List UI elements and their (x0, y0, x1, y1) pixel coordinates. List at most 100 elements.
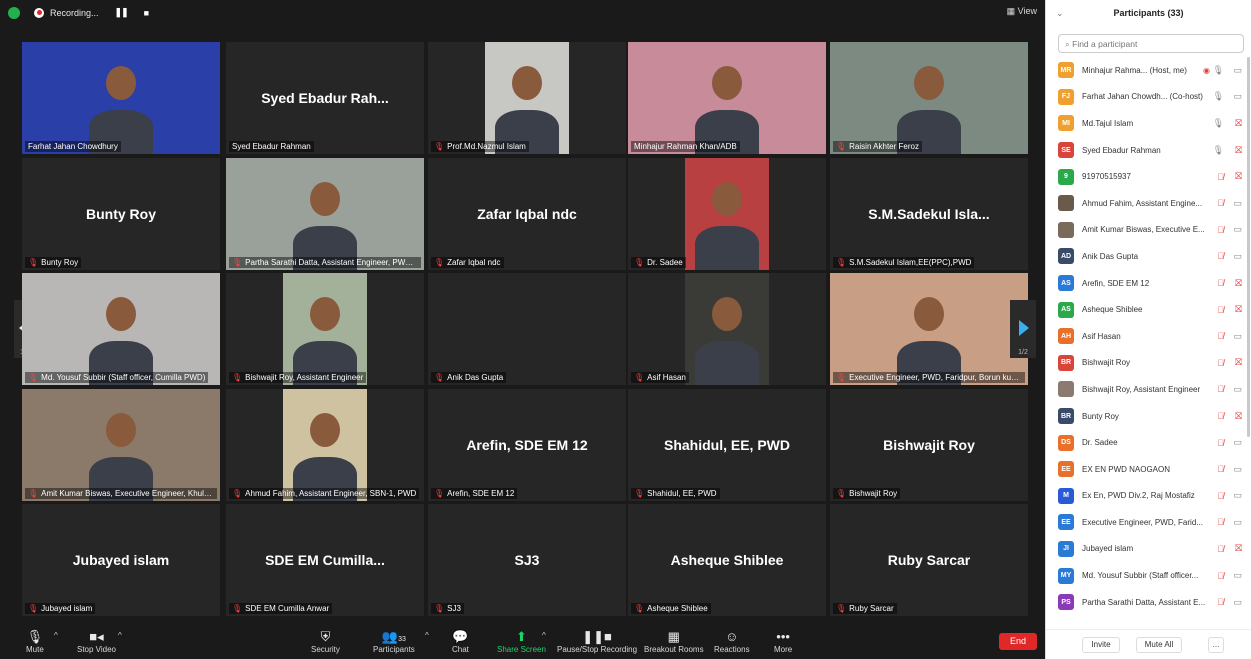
video-tile[interactable]: Ruby Sarcar 🎙 Ruby Sarcar (830, 504, 1028, 616)
video-off-icon[interactable]: ⛝ (1235, 171, 1242, 182)
participant-row[interactable]: M Ex En, PWD Div.2, Raj Mostafiz 🎙̸ ▭ (1058, 483, 1248, 510)
video-off-icon[interactable]: ⛝ (1235, 543, 1242, 554)
mic-muted-icon[interactable]: 🎙̸ (1217, 571, 1224, 581)
participant-row[interactable]: MR Minhajur Rahma... (Host, me) ◉ 🎙 ▭ (1058, 57, 1248, 84)
video-tile[interactable]: 🎙 Md. Yousuf Subbir (Staff officer, Cumil… (22, 273, 220, 385)
video-tile[interactable]: 🎙 Dr. Sadee (628, 158, 826, 270)
breakout-rooms-button[interactable]: ▦ Breakout Rooms (644, 629, 704, 654)
video-tile[interactable]: 🎙 Executive Engineer, PWD, Faridpur, Boru… (830, 273, 1028, 385)
reactions-button[interactable]: ☺ Reactions (714, 629, 750, 654)
search-input[interactable] (1072, 39, 1223, 49)
mic-muted-icon[interactable]: 🎙̸ (1217, 198, 1224, 208)
participant-row[interactable]: 9 91970515937 🎙̸ ⛝ (1058, 163, 1248, 190)
mic-muted-icon[interactable]: 🎙̸ (1217, 491, 1224, 501)
participant-row[interactable]: AD Anik Das Gupta 🎙̸ ▭ (1058, 243, 1248, 270)
participant-row[interactable]: BR Bishwajit Roy 🎙̸ ⛝ (1058, 350, 1248, 377)
security-button[interactable]: ⛨ Security (311, 629, 340, 654)
participant-row[interactable]: JI Jubayed islam 🎙̸ ⛝ (1058, 536, 1248, 563)
mic-muted-icon[interactable]: 🎙̸ (1217, 331, 1224, 341)
video-tile[interactable]: Minhajur Rahman Khan/ADB (628, 42, 826, 154)
mic-muted-icon[interactable]: 🎙̸ (1217, 172, 1224, 182)
mic-muted-icon[interactable]: 🎙̸ (1217, 384, 1224, 394)
participant-row[interactable]: FJ Farhat Jahan Chowdh... (Co-host) 🎙 ▭ (1058, 84, 1248, 111)
mic-muted-icon[interactable]: 🎙̸ (1217, 278, 1224, 288)
microphone-icon[interactable]: 🎙 (1213, 118, 1224, 129)
video-camera-icon[interactable]: ▭ (1233, 570, 1242, 581)
invite-button[interactable]: Invite (1082, 637, 1120, 653)
mic-muted-icon[interactable]: 🎙̸ (1217, 251, 1224, 261)
video-camera-icon[interactable]: ▭ (1233, 464, 1242, 475)
participant-search[interactable]: ⌕ (1058, 34, 1244, 53)
mic-muted-icon[interactable]: 🎙̸ (1217, 438, 1224, 448)
participants-caret-icon[interactable]: ^ (425, 631, 429, 640)
video-camera-icon[interactable]: ▭ (1233, 91, 1242, 102)
video-camera-icon[interactable]: ▭ (1233, 517, 1242, 528)
video-tile[interactable]: Asheque Shiblee 🎙 Asheque Shiblee (628, 504, 826, 616)
mute-button[interactable]: 🎙 Mute (26, 629, 44, 654)
video-camera-icon[interactable]: ▭ (1233, 224, 1242, 235)
video-options-caret-icon[interactable]: ^ (118, 631, 122, 640)
mic-muted-icon[interactable]: 🎙̸ (1217, 517, 1224, 527)
participants-button[interactable]: 👥33 Participants (373, 629, 415, 654)
mute-all-button[interactable]: Mute All (1136, 637, 1182, 653)
video-camera-icon[interactable]: ▭ (1233, 490, 1242, 501)
stop-recording-icon[interactable]: ■ (144, 8, 150, 18)
participant-row[interactable]: EE Executive Engineer, PWD, Farid... 🎙̸ ▭ (1058, 509, 1248, 536)
participant-row[interactable]: AS Arefin, SDE EM 12 🎙̸ ⛝ (1058, 270, 1248, 297)
video-tile[interactable]: Syed Ebadur Rah... Syed Ebadur Rahman (226, 42, 424, 154)
participant-row[interactable]: AS Asheque Shiblee 🎙̸ ⛝ (1058, 296, 1248, 323)
video-off-icon[interactable]: ⛝ (1235, 278, 1242, 289)
video-tile[interactable]: Zafar Iqbal ndc 🎙 Zafar Iqbal ndc (428, 158, 626, 270)
microphone-icon[interactable]: 🎙 (1213, 145, 1224, 156)
mic-muted-icon[interactable]: 🎙̸ (1217, 358, 1224, 368)
participant-row[interactable]: BR Bunty Roy 🎙̸ ⛝ (1058, 403, 1248, 430)
video-tile[interactable]: Bishwajit Roy 🎙 Bishwajit Roy (830, 389, 1028, 501)
video-off-icon[interactable]: ⛝ (1235, 304, 1242, 315)
participant-row[interactable]: AH Asif Hasan 🎙̸ ▭ (1058, 323, 1248, 350)
video-off-icon[interactable]: ⛝ (1235, 411, 1242, 422)
participant-row[interactable]: Ahmud Fahim, Assistant Engine... 🎙̸ ▭ (1058, 190, 1248, 217)
panel-more-button[interactable]: ... (1208, 637, 1224, 653)
video-off-icon[interactable]: ⛝ (1235, 145, 1242, 156)
security-shield-icon[interactable] (8, 6, 20, 19)
mic-muted-icon[interactable]: 🎙̸ (1217, 464, 1224, 474)
video-camera-icon[interactable]: ▭ (1233, 384, 1242, 395)
end-meeting-button[interactable]: End (999, 633, 1037, 650)
video-off-icon[interactable]: ⛝ (1235, 357, 1242, 368)
share-options-caret-icon[interactable]: ^ (542, 631, 546, 640)
view-button[interactable]: ▦ View (1007, 6, 1037, 17)
video-tile[interactable]: Farhat Jahan Chowdhury (22, 42, 220, 154)
video-tile[interactable]: Bunty Roy 🎙 Bunty Roy (22, 158, 220, 270)
microphone-icon[interactable]: 🎙 (1213, 65, 1224, 76)
chat-button[interactable]: 💬 Chat (452, 629, 469, 654)
stop-video-button[interactable]: ■◂ Stop Video (77, 629, 116, 654)
more-button[interactable]: ••• More (774, 629, 792, 654)
next-page-button[interactable]: 1/2 (1010, 300, 1036, 358)
video-tile[interactable]: Shahidul, EE, PWD 🎙 Shahidul, EE, PWD (628, 389, 826, 501)
video-tile[interactable]: 🎙 Partha Sarathi Datta, Assistant Enginee… (226, 158, 424, 270)
participant-row[interactable]: SE Syed Ebadur Rahman 🎙 ⛝ (1058, 137, 1248, 164)
video-tile[interactable]: 🎙 Anik Das Gupta (428, 273, 626, 385)
video-tile[interactable]: 🎙 Bishwajit Roy, Assistant Engineer (226, 273, 424, 385)
mic-muted-icon[interactable]: 🎙̸ (1217, 544, 1224, 554)
video-camera-icon[interactable]: ▭ (1233, 65, 1242, 76)
mic-muted-icon[interactable]: 🎙̸ (1217, 305, 1224, 315)
video-camera-icon[interactable]: ▭ (1233, 331, 1242, 342)
video-tile[interactable]: S.M.Sadekul Isla... 🎙 S.M.Sadekul Islam,EE… (830, 158, 1028, 270)
mic-muted-icon[interactable]: 🎙̸ (1217, 597, 1224, 607)
pause-recording-icon[interactable]: ❚❚ (115, 7, 129, 18)
participant-row[interactable]: PS Partha Sarathi Datta, Assistant E... 🎙̸… (1058, 589, 1248, 616)
mic-muted-icon[interactable]: 🎙̸ (1217, 225, 1224, 235)
participant-row[interactable]: DS Dr. Sadee 🎙̸ ▭ (1058, 429, 1248, 456)
video-off-icon[interactable]: ⛝ (1235, 118, 1242, 129)
video-camera-icon[interactable]: ▭ (1233, 251, 1242, 262)
participant-row[interactable]: MI Md.Tajul Islam 🎙 ⛝ (1058, 110, 1248, 137)
video-tile[interactable]: SDE EM Cumilla... 🎙 SDE EM Cumilla Anwar (226, 504, 424, 616)
mic-muted-icon[interactable]: 🎙̸ (1217, 411, 1224, 421)
participant-row[interactable]: EE EX EN PWD NAOGAON 🎙̸ ▭ (1058, 456, 1248, 483)
share-screen-button[interactable]: ⬆ Share Screen (497, 629, 546, 654)
video-tile[interactable]: Arefin, SDE EM 12 🎙 Arefin, SDE EM 12 (428, 389, 626, 501)
video-tile[interactable]: 🎙 Prof.Md.Nazmul Islam (428, 42, 626, 154)
pause-stop-recording-button[interactable]: ❚❚■ Pause/Stop Recording (557, 629, 637, 654)
video-camera-icon[interactable]: ▭ (1233, 198, 1242, 209)
